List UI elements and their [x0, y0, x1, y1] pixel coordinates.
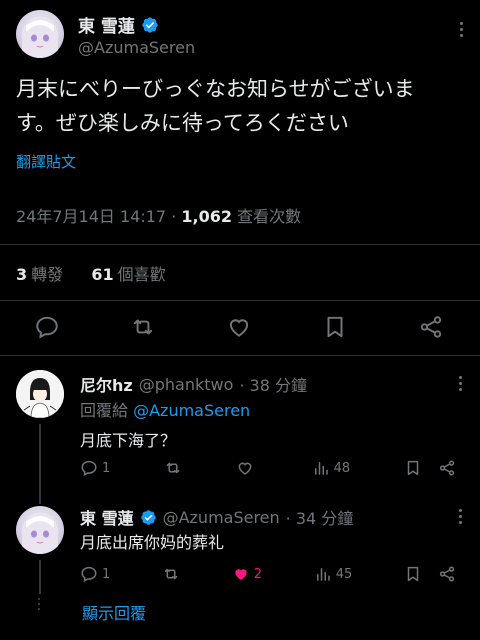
views-count: 1,062	[181, 207, 232, 226]
reply2-bookmark-button[interactable]	[404, 565, 422, 583]
share-icon	[420, 316, 442, 338]
bookmark-button[interactable]	[322, 314, 348, 340]
show-replies-link[interactable]: 顯示回覆	[82, 600, 146, 624]
reply1-reply-button[interactable]: 1	[80, 459, 110, 477]
share-icon	[439, 460, 455, 476]
author-handle[interactable]: @AzumaSeren	[78, 38, 195, 57]
reply1-header: 尼尔hz @phanktwo · 38 分鐘	[80, 372, 307, 396]
reply2-time[interactable]: · 34 分鐘	[286, 505, 354, 529]
reply1-views[interactable]: 48	[312, 459, 351, 477]
reply1-repost-button[interactable]	[164, 459, 182, 477]
tweet-text: 月末にべりーびっぐなお知らせがございま す。ぜひ楽しみに待ってろください	[16, 72, 468, 140]
reply1-author-handle[interactable]: @phanktwo	[139, 375, 234, 394]
divider	[0, 355, 480, 356]
bookmark-icon	[327, 316, 343, 338]
author-avatar[interactable]	[16, 10, 64, 58]
analytics-icon	[316, 568, 330, 581]
engagement-stats: 3 轉發 61 個喜歡	[16, 261, 166, 285]
analytics-icon	[314, 462, 328, 475]
repost-icon	[166, 462, 180, 474]
reply1-like-button[interactable]	[236, 459, 258, 477]
reply1-more-options-icon[interactable]	[455, 376, 465, 394]
reply1-reply-count: 1	[102, 460, 111, 476]
thread-line	[39, 560, 41, 594]
likes-count: 61	[91, 265, 114, 284]
repost-icon	[164, 568, 178, 580]
reply1-text: 月底下海了？	[80, 431, 177, 450]
reply-button[interactable]	[34, 314, 60, 340]
reply2-views-count: 45	[335, 566, 353, 582]
bookmark-icon	[407, 566, 419, 582]
bookmark-icon	[407, 460, 419, 476]
repost-icon	[133, 319, 153, 335]
reply2-like-count: 2	[253, 566, 262, 582]
heart-icon	[229, 319, 249, 337]
reply2-avatar[interactable]	[16, 506, 64, 554]
tweet-text-line1: 月末にべりーびっぐなお知らせがございま	[16, 77, 415, 101]
divider	[0, 300, 480, 301]
reply1-time[interactable]: · 38 分鐘	[239, 372, 307, 396]
verified-badge-icon	[142, 16, 158, 33]
divider	[0, 244, 480, 245]
translate-post-link[interactable]: 翻譯貼文	[16, 151, 76, 172]
thread-dots	[38, 598, 40, 610]
reply1-action-bar: 1 48	[80, 459, 464, 477]
author-name[interactable]: 東 雪蓮	[78, 12, 135, 37]
reply-icon	[81, 566, 97, 583]
views-label: 查看次數	[237, 207, 302, 226]
heart-icon	[238, 462, 252, 475]
reply1-author-name[interactable]: 尼尔hz	[80, 372, 133, 396]
thread-line	[39, 424, 41, 504]
reply-to-handle[interactable]: @AzumaSeren	[133, 401, 250, 420]
reply1-views-count: 48	[333, 460, 351, 476]
reply1-bookmark-button[interactable]	[404, 459, 422, 477]
reply2-repost-button[interactable]	[162, 565, 180, 583]
verified-badge-icon	[140, 509, 156, 525]
more-options-icon[interactable]	[456, 22, 466, 40]
reposts-stat[interactable]: 3 轉發	[16, 265, 63, 284]
reply2-more-options-icon[interactable]	[455, 509, 465, 527]
share-icon	[439, 566, 455, 582]
reply2-author-handle[interactable]: @AzumaSeren	[163, 508, 280, 527]
reply-to-label: 回覆給	[80, 401, 129, 420]
reply2-action-bar: 1 2 45	[80, 565, 464, 583]
heart-filled-icon	[235, 569, 247, 580]
likes-label: 個喜歡	[117, 265, 166, 284]
reply-icon	[36, 316, 58, 339]
reply1-share-button[interactable]	[438, 459, 456, 477]
meta-separator: ·	[171, 207, 177, 226]
share-button[interactable]	[418, 314, 444, 340]
reply2-text: 月底出席你妈的葬礼	[80, 533, 225, 552]
reposts-label: 轉發	[31, 265, 64, 284]
tweet-meta: 24年7月14日 14:17 · 1,062 查看次數	[16, 203, 301, 227]
repost-button[interactable]	[130, 314, 156, 340]
reply2-header: 東 雪蓮 @AzumaSeren · 34 分鐘	[80, 505, 353, 529]
likes-stat[interactable]: 61 個喜歡	[91, 265, 165, 284]
reply2-views[interactable]: 45	[314, 565, 353, 583]
main-tweet-header: 東 雪蓮 @AzumaSeren	[16, 10, 464, 62]
reply-icon	[81, 460, 97, 477]
timestamp[interactable]: 24年7月14日 14:17	[16, 207, 166, 226]
reply2-author-name[interactable]: 東 雪蓮	[80, 505, 134, 529]
reply1-replying-to: 回覆給 @AzumaSeren	[80, 397, 250, 421]
reply2-share-button[interactable]	[438, 565, 456, 583]
main-action-bar	[0, 314, 480, 340]
reply2-reply-count: 1	[102, 566, 111, 582]
reply2-reply-button[interactable]: 1	[80, 565, 110, 583]
like-button[interactable]	[226, 314, 252, 340]
reposts-count: 3	[16, 265, 28, 284]
tweet-text-line2: す。ぜひ楽しみに待ってろください	[16, 111, 349, 135]
reply2-like-button[interactable]: 2	[232, 565, 262, 583]
reply1-avatar[interactable]	[16, 370, 64, 418]
